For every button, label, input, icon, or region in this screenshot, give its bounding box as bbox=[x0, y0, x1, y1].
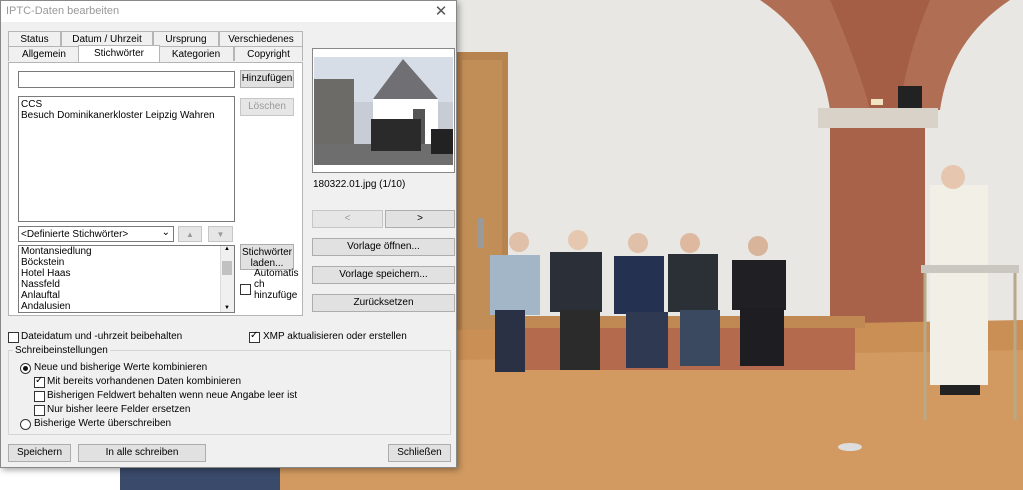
move-up-button[interactable]: ▲ bbox=[178, 226, 202, 242]
keep-field-label: Bisherigen Feldwert behalten wenn neue A… bbox=[47, 390, 298, 401]
move-down-button[interactable]: ▼ bbox=[208, 226, 233, 242]
add-keyword-button[interactable]: Hinzufügen bbox=[240, 70, 294, 88]
list-item[interactable]: Nassfeld bbox=[21, 279, 60, 290]
tab-copyright[interactable]: Copyright bbox=[234, 46, 303, 61]
list-item[interactable]: Anlauftal bbox=[21, 290, 60, 301]
tab-miscellaneous[interactable]: Verschiedenes bbox=[219, 31, 303, 46]
current-keywords-list[interactable]: CCS Besuch Dominikanerkloster Leipzig Wa… bbox=[18, 96, 235, 222]
preview-filename: 180322.01.jpg (1/10) bbox=[313, 179, 406, 190]
keep-date-label: Dateidatum und -uhrzeit beibehalten bbox=[21, 331, 183, 342]
write-settings-label: Schreibeinstellungen bbox=[13, 345, 110, 356]
iptc-dialog: IPTC-Daten bearbeiten ✕ Status Datum / U… bbox=[0, 0, 457, 468]
write-all-button[interactable]: In alle schreiben bbox=[78, 444, 206, 462]
tab-keywords[interactable]: Stichwörter bbox=[78, 45, 160, 62]
xmp-label: XMP aktualisieren oder erstellen bbox=[263, 331, 407, 342]
tab-general[interactable]: Allgemein bbox=[8, 46, 80, 61]
auto-add-label-line1: Automatis bbox=[254, 268, 299, 279]
triangle-up-icon: ▲ bbox=[186, 230, 194, 239]
load-keywords-button[interactable]: Stichwörter laden... bbox=[240, 244, 294, 270]
delete-keyword-button[interactable]: Löschen bbox=[240, 98, 294, 116]
scrollbar-thumb[interactable] bbox=[222, 261, 232, 275]
scrollbar[interactable]: ▲ ▼ bbox=[220, 246, 234, 312]
defined-keywords-list[interactable]: Montansiedlung Böckstein Hotel Haas Nass… bbox=[18, 245, 235, 313]
auto-add-label: Automatis ch hinzufüge bbox=[254, 268, 300, 301]
window-title: IPTC-Daten bearbeiten bbox=[6, 5, 120, 17]
chevron-down-icon: ⌄ bbox=[161, 227, 170, 238]
next-image-button[interactable]: > bbox=[385, 210, 455, 228]
list-item[interactable]: Montansiedlung bbox=[21, 246, 92, 257]
auto-add-label-line3: hinzufüge bbox=[254, 290, 298, 301]
save-button[interactable]: Speichern bbox=[8, 444, 71, 462]
list-item[interactable]: Besuch Dominikanerkloster Leipzig Wahren bbox=[21, 110, 215, 121]
auto-add-label-line2: ch bbox=[254, 279, 265, 290]
reset-button[interactable]: Zurücksetzen bbox=[312, 294, 455, 312]
list-item[interactable]: Böckstein bbox=[21, 257, 64, 268]
overwrite-radio[interactable] bbox=[20, 419, 31, 430]
combine-existing-label: Mit bereits vorhandenen Daten kombiniere… bbox=[47, 376, 241, 387]
tab-date-time[interactable]: Datum / Uhrzeit bbox=[61, 31, 153, 46]
previous-image-button[interactable]: < bbox=[312, 210, 383, 228]
tab-origin[interactable]: Ursprung bbox=[153, 31, 219, 46]
close-button[interactable]: Schließen bbox=[388, 444, 451, 462]
scroll-up-icon[interactable]: ▲ bbox=[224, 246, 230, 252]
tab-categories[interactable]: Kategorien bbox=[158, 46, 234, 61]
combine-existing-checkbox[interactable] bbox=[34, 375, 45, 388]
list-item[interactable]: Hotel Haas bbox=[21, 268, 70, 279]
title-bar: IPTC-Daten bearbeiten ✕ bbox=[1, 1, 456, 22]
scroll-down-icon[interactable]: ▼ bbox=[224, 305, 230, 311]
combine-values-label: Neue und bisherige Werte kombinieren bbox=[34, 362, 208, 373]
defined-keywords-select[interactable]: <Definierte Stichwörter> ⌄ bbox=[18, 226, 174, 242]
load-keywords-label-line1: Stichwörter bbox=[241, 247, 292, 258]
auto-add-checkbox[interactable] bbox=[240, 284, 251, 295]
empty-only-checkbox[interactable] bbox=[34, 405, 45, 416]
close-icon[interactable]: ✕ bbox=[434, 2, 448, 20]
keep-date-checkbox[interactable] bbox=[8, 332, 19, 343]
combine-values-radio[interactable] bbox=[20, 363, 31, 374]
triangle-down-icon: ▼ bbox=[216, 230, 225, 239]
preview-thumbnail bbox=[312, 48, 455, 173]
empty-only-label: Nur bisher leere Felder ersetzen bbox=[47, 404, 191, 415]
list-item[interactable]: CCS bbox=[21, 99, 42, 110]
tab-status[interactable]: Status bbox=[8, 31, 61, 46]
overwrite-label: Bisherige Werte überschreiben bbox=[34, 418, 172, 429]
keyword-input[interactable] bbox=[18, 71, 235, 88]
keep-field-checkbox[interactable] bbox=[34, 391, 45, 402]
list-item[interactable]: Andalusien bbox=[21, 301, 70, 312]
save-template-button[interactable]: Vorlage speichern... bbox=[312, 266, 455, 284]
select-value: <Definierte Stichwörter> bbox=[21, 229, 129, 240]
open-template-button[interactable]: Vorlage öffnen... bbox=[312, 238, 455, 256]
xmp-checkbox[interactable] bbox=[249, 330, 260, 343]
